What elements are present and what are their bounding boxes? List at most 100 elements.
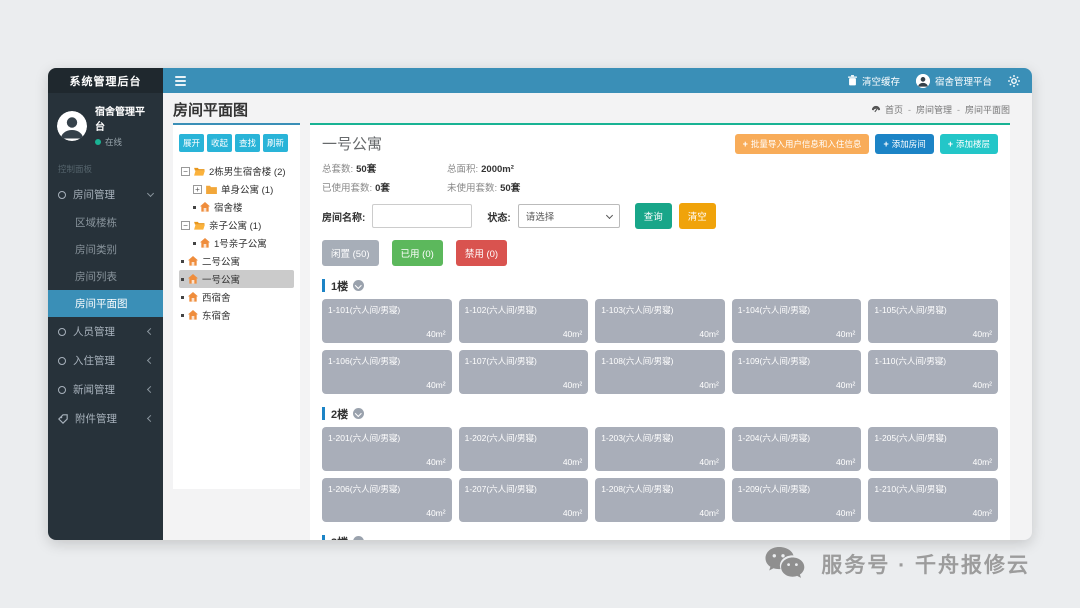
collapse-icon[interactable]: − (181, 221, 190, 230)
floor-collapse-icon[interactable] (353, 408, 364, 419)
clear-cache-button[interactable]: 清空缓存 (848, 74, 900, 88)
room-name: 1-105(六人间/男寝) (874, 305, 946, 315)
tree-toolbar-button[interactable]: 收起 (207, 134, 232, 152)
tree-node[interactable]: −2栋男生宿舍楼 (2) (179, 162, 294, 180)
action-button-label: 添加房间 (892, 138, 926, 150)
tree-node[interactable]: 一号公寓 (179, 270, 294, 288)
tree-node[interactable]: 宿舍楼 (191, 198, 294, 216)
bullet-icon (193, 242, 196, 245)
sidebar-item[interactable]: 新闻管理 (48, 375, 163, 404)
legend-button[interactable]: 禁用 (0) (456, 240, 507, 266)
room-card[interactable]: 1-109(六人间/男寝) 40m² (732, 350, 862, 394)
tree-node-label: 单身公寓 (1) (221, 182, 273, 196)
sidebar-user-name: 宿舍管理平台 (95, 103, 154, 133)
room-area: 40m² (563, 380, 582, 390)
circle-icon (58, 357, 66, 365)
account-menu[interactable]: 宿舍管理平台 (916, 74, 992, 88)
sidebar: 宿舍管理平台 在线 控制面板 房间管理区域楼栋房间类别房间列表房间平面图人员管理… (48, 93, 163, 540)
sidebar-item[interactable]: 附件管理 (48, 404, 163, 433)
status-legend: 闲置 (50) 已用 (0) 禁用 (0) (322, 240, 998, 266)
room-name: 1-109(六人间/男寝) (738, 356, 810, 366)
room-card[interactable]: 1-102(六人间/男寝)40m² (459, 299, 589, 343)
floor-header: 3楼 (322, 535, 998, 540)
sidebar-subitem[interactable]: 房间类别 (48, 236, 163, 263)
room-card[interactable]: 1-103(六人间/男寝)40m² (595, 299, 725, 343)
legend-button[interactable]: 已用 (0) (392, 240, 443, 266)
chevron-down-icon (147, 189, 154, 196)
breadcrumb: 首页房间管理房间平面图 (871, 103, 1010, 116)
tree-node[interactable]: 二号公寓 (179, 252, 294, 270)
building-title: 一号公寓 (322, 133, 382, 154)
sidebar-item[interactable]: 入住管理 (48, 346, 163, 375)
tree-node[interactable]: 西宿舍 (179, 288, 294, 306)
sidebar-subitem[interactable]: 房间平面图 (48, 290, 163, 317)
legend-button[interactable]: 闲置 (50) (322, 240, 379, 266)
sidebar-item-label: 人员管理 (73, 324, 115, 339)
sidebar-item-label: 房间管理 (73, 187, 115, 202)
tree-toolbar-button[interactable]: 刷新 (263, 134, 288, 152)
room-area: 40m² (836, 457, 855, 467)
action-button[interactable]: +批量导入用户信息和入住信息 (735, 134, 870, 154)
building-tree: −2栋男生宿舍楼 (2) + 单身公寓 (1) 宿舍楼−亲子公寓 (1) 1号亲子公寓二… (179, 162, 294, 324)
sidebar-item[interactable]: 房间管理 (48, 180, 163, 209)
room-area: 40m² (973, 508, 992, 518)
circle-icon (58, 328, 66, 336)
room-card[interactable]: 1-101(六人间/男寝)40m² (322, 299, 452, 343)
floor-collapse-icon[interactable] (353, 536, 364, 540)
room-area: 40m² (426, 508, 445, 518)
room-card[interactable]: 1-203(六人间/男寝)40m² (595, 427, 725, 471)
room-card[interactable]: 1-204(六人间/男寝)40m² (732, 427, 862, 471)
room-card[interactable]: 1-110(六人间/男寝)40m² (868, 350, 998, 394)
room-card[interactable]: 1-208(六人间/男寝)40m² (595, 478, 725, 522)
room-card[interactable]: 1-108(六人间/男寝)40m² (595, 350, 725, 394)
room-card[interactable]: 1-206(六人间/男寝)40m² (322, 478, 452, 522)
room-area: 40m² (836, 380, 855, 390)
room-card[interactable]: 1-201(六人间/男寝)40m² (322, 427, 452, 471)
user-avatar[interactable] (57, 111, 87, 141)
breadcrumb-item[interactable]: 房间管理 (903, 103, 952, 116)
room-area: 40m² (699, 380, 718, 390)
expand-icon[interactable]: + (193, 185, 202, 194)
collapse-icon[interactable]: − (181, 167, 190, 176)
room-area: 40m² (836, 329, 855, 339)
tree-toolbar-button[interactable]: 查找 (235, 134, 260, 152)
search-button[interactable]: 查询 (635, 203, 672, 229)
room-card[interactable]: 1-107(六人间/男寝)40m² (459, 350, 589, 394)
floor-header: 2楼 (322, 407, 998, 420)
room-area: 40m² (563, 329, 582, 339)
filter-row: 房间名称: 状态: 请选择 查询 清空 (322, 203, 998, 229)
action-button[interactable]: +添加楼层 (940, 134, 998, 154)
sidebar-subitem[interactable]: 房间列表 (48, 263, 163, 290)
tree-node-label: 1号亲子公寓 (214, 236, 267, 250)
room-area: 40m² (426, 457, 445, 467)
room-card[interactable]: 1-105(六人间/男寝)40m² (868, 299, 998, 343)
sidebar-toggle-icon[interactable] (175, 76, 186, 86)
sidebar-menu: 房间管理区域楼栋房间类别房间列表房间平面图人员管理入住管理新闻管理附件管理 (48, 180, 163, 433)
status-label: 状态: (487, 209, 510, 224)
room-card[interactable]: 1-207(六人间/男寝)40m² (459, 478, 589, 522)
breadcrumb-item[interactable]: 房间平面图 (952, 103, 1010, 116)
tree-node[interactable]: 东宿舍 (179, 306, 294, 324)
room-card[interactable]: 1-210(六人间/男寝)40m² (868, 478, 998, 522)
tree-node[interactable]: 1号亲子公寓 (191, 234, 294, 252)
action-button[interactable]: +添加房间 (875, 134, 933, 154)
tree-node[interactable]: −亲子公寓 (1) (179, 216, 294, 234)
clear-button[interactable]: 清空 (679, 203, 716, 229)
sidebar-item[interactable]: 人员管理 (48, 317, 163, 346)
room-card[interactable]: 1-202(六人间/男寝)40m² (459, 427, 589, 471)
breadcrumb-item[interactable]: 首页 (885, 103, 903, 116)
tree-node[interactable]: + 单身公寓 (1) (191, 180, 294, 198)
room-card[interactable]: 1-104(六人间/男寝)40m² (732, 299, 862, 343)
sidebar-subitem[interactable]: 区域楼栋 (48, 209, 163, 236)
settings-gear-icon[interactable] (1008, 75, 1020, 87)
floor-collapse-icon[interactable] (353, 280, 364, 291)
room-card[interactable]: 1-106(六人间/男寝)40m² (322, 350, 452, 394)
room-name-input[interactable] (372, 204, 472, 228)
tree-toolbar-button[interactable]: 展开 (179, 134, 204, 152)
watermark: 服务号 · 千舟报修云 (765, 546, 1030, 582)
topbar: 系统管理后台 清空缓存 宿舍管理平台 (48, 68, 1032, 93)
stat: 未使用套数:50套 (447, 180, 667, 194)
room-card[interactable]: 1-205(六人间/男寝)40m² (868, 427, 998, 471)
room-card[interactable]: 1-209(六人间/男寝)40m² (732, 478, 862, 522)
status-select[interactable]: 请选择 (518, 204, 620, 228)
